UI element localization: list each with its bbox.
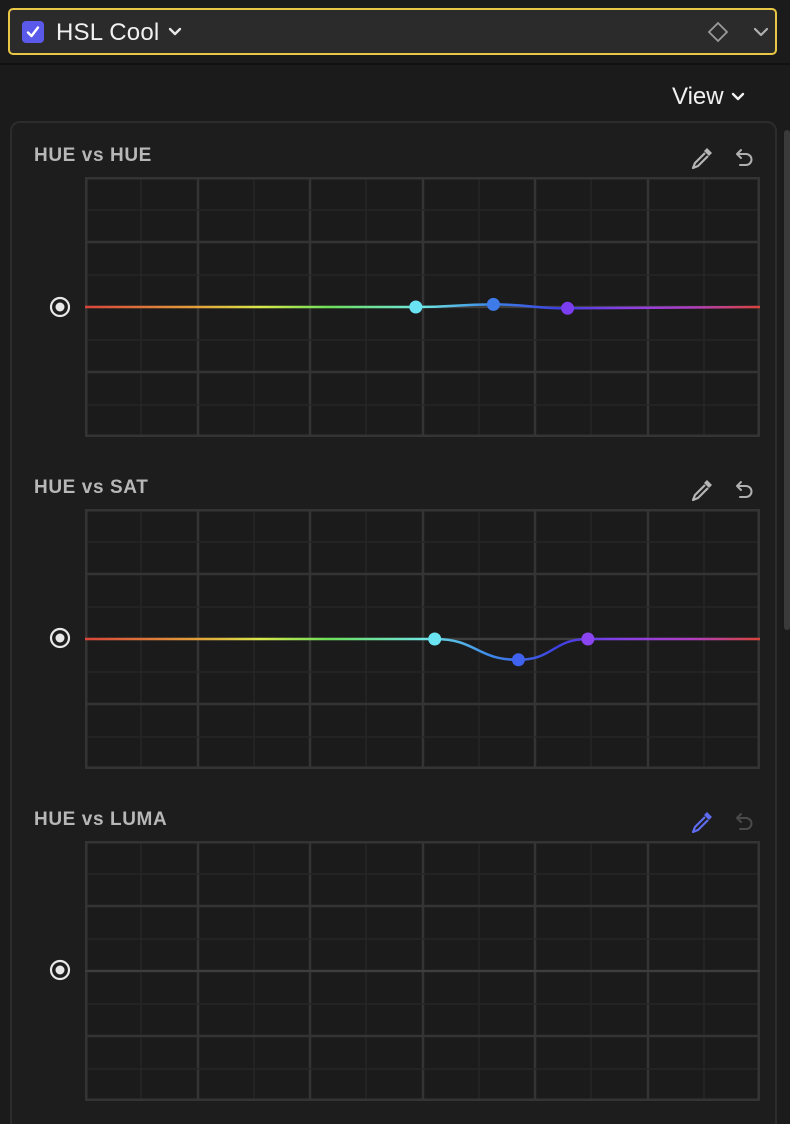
view-menu-label: View [672,83,724,110]
reset-icon [736,813,753,830]
hue-vs-luma-curve[interactable] [85,841,760,1101]
curve-control-point[interactable] [486,297,500,311]
curve-select-radio-icon[interactable] [49,959,71,981]
hue-vs-hue-curve[interactable] [85,177,760,437]
effect-title[interactable]: HSL Cool [56,19,159,47]
curve-control-point[interactable] [409,300,423,314]
curve-control-point[interactable] [428,632,442,646]
curve-select-radio-icon[interactable] [49,627,71,649]
eyedropper-icon[interactable] [688,808,716,836]
eyedropper-icon[interactable] [688,476,716,504]
header-divider [0,63,790,65]
keyframe-diamond-icon[interactable] [707,21,729,43]
reset-icon[interactable] [732,478,756,502]
reset-icon[interactable] [732,146,756,170]
hue-vs-sat-graph[interactable] [85,509,760,769]
curve-control-point[interactable] [511,653,525,667]
hsl-inspector: HSL Cool View HUE vs HUE HUE vs SAT HUE … [0,0,790,1124]
effect-enable-checkbox[interactable] [22,21,44,43]
section-title-hue-vs-luma: HUE vs LUMA [34,809,168,830]
curve-control-point[interactable] [561,301,575,315]
view-menu-button[interactable]: View [672,82,745,112]
hue-vs-luma-graph[interactable] [85,841,760,1101]
chevron-down-icon [731,92,744,101]
eyedropper-icon[interactable] [688,144,716,172]
curve-select-radio-icon[interactable] [49,296,71,318]
curve-control-point[interactable] [581,632,595,646]
checkbox-check-icon [26,26,40,38]
chevron-down-icon[interactable] [168,27,182,37]
hue-vs-sat-curve[interactable] [85,509,760,769]
section-title-hue-vs-hue: HUE vs HUE [34,145,152,166]
hue-vs-hue-graph[interactable] [85,177,760,437]
chevron-down-icon[interactable] [753,27,769,37]
scrollbar[interactable] [784,130,790,630]
section-title-hue-vs-sat: HUE vs SAT [34,477,149,498]
effect-header[interactable]: HSL Cool [8,8,777,55]
